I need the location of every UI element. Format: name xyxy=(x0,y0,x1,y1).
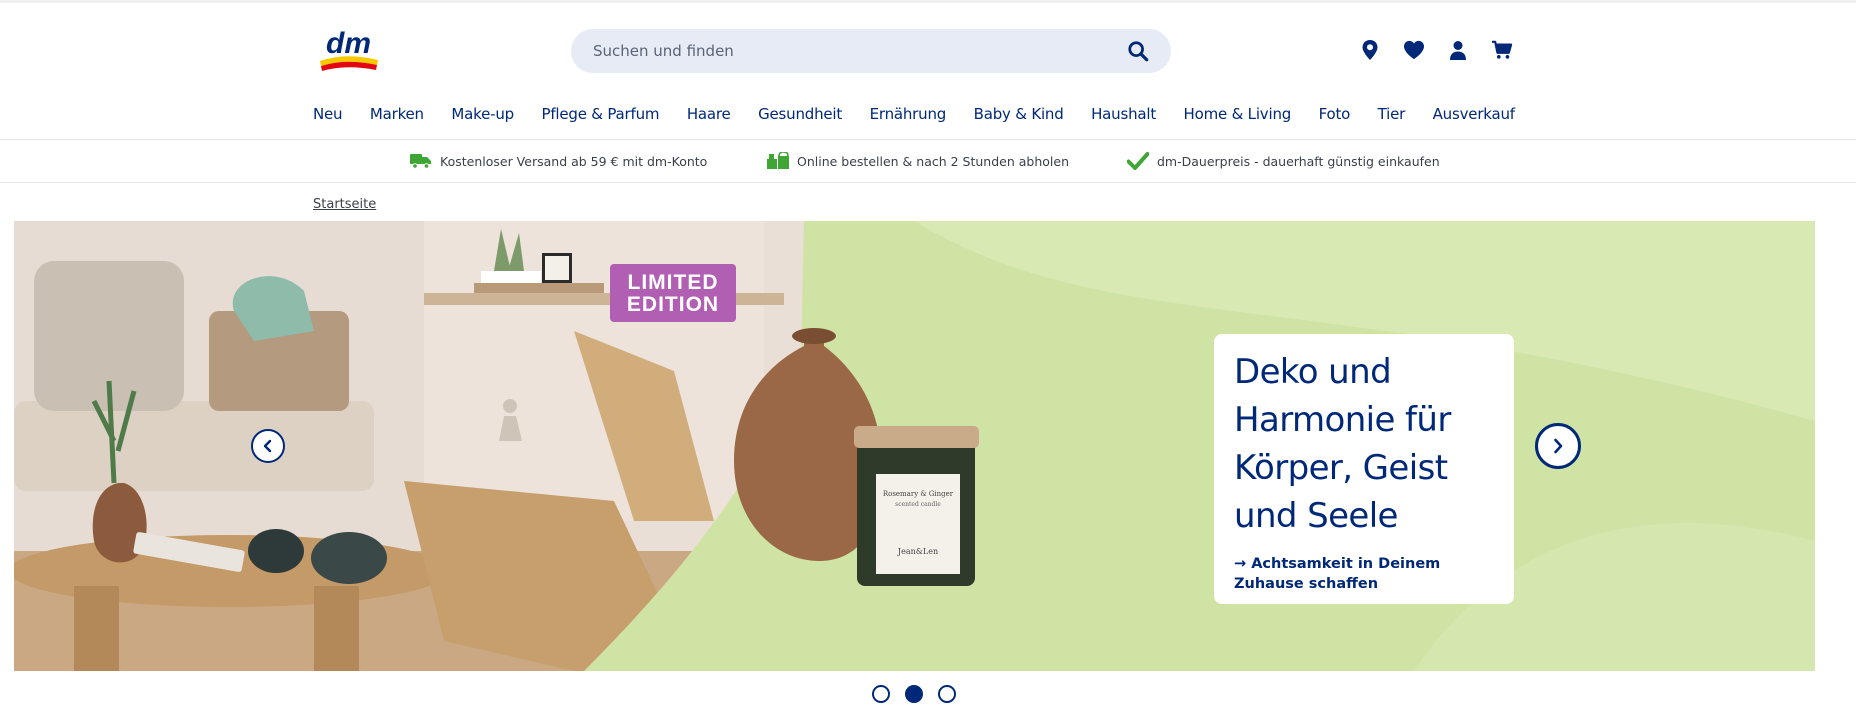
nav-item-make-up[interactable]: Make-up xyxy=(451,105,514,123)
delivery-truck-icon xyxy=(410,151,432,171)
hero-banner[interactable]: Rosemary & Ginger scented candle Jean&Le… xyxy=(14,221,1815,671)
divider xyxy=(0,139,1856,140)
top-border xyxy=(0,0,1856,3)
nav-item-pflege-parfum[interactable]: Pflege & Parfum xyxy=(541,105,659,123)
carousel-prev-button[interactable] xyxy=(251,429,285,463)
usp-item-price: dm-Dauerpreis - dauerhaft günstig einkau… xyxy=(1127,150,1440,172)
cart-icon[interactable] xyxy=(1490,38,1514,62)
carousel-dot-1[interactable] xyxy=(872,685,890,703)
checkmark-icon xyxy=(1127,151,1149,171)
nav-item-marken[interactable]: Marken xyxy=(370,105,424,123)
nav-item-haushalt[interactable]: Haushalt xyxy=(1091,105,1156,123)
candle-label: Rosemary & Ginger xyxy=(883,490,954,498)
nav-item-baby-kind[interactable]: Baby & Kind xyxy=(974,105,1064,123)
nav-item-foto[interactable]: Foto xyxy=(1319,105,1351,123)
hero-text-card: Deko und Harmonie für Körper, Geist und … xyxy=(1214,334,1514,604)
limited-edition-badge-line2: EDITION xyxy=(627,293,719,316)
chevron-left-icon xyxy=(263,439,272,453)
nav-item-haare[interactable]: Haare xyxy=(687,105,731,123)
user-icon[interactable] xyxy=(1446,38,1470,62)
nav-item-ausverkauf[interactable]: Ausverkauf xyxy=(1433,105,1515,123)
usp-text: Kostenloser Versand ab 59 € mit dm-Konto xyxy=(440,153,708,169)
search-bar[interactable] xyxy=(571,29,1171,73)
nav-item-home-living[interactable]: Home & Living xyxy=(1184,105,1292,123)
heart-icon[interactable] xyxy=(1402,38,1426,62)
candle-label-sub: scented candle xyxy=(895,501,941,508)
nav-item-tier[interactable]: Tier xyxy=(1378,105,1406,123)
usp-item-shipping: Kostenloser Versand ab 59 € mit dm-Konto xyxy=(410,150,707,172)
usp-text: dm-Dauerpreis - dauerhaft günstig einkau… xyxy=(1157,153,1440,169)
dm-logo[interactable]: dm xyxy=(316,27,384,72)
hero-cta-link[interactable]: → Achtsamkeit in Deinem Zuhause schaffen xyxy=(1234,554,1494,594)
chevron-right-icon xyxy=(1554,438,1563,454)
carousel-pagination xyxy=(872,685,956,703)
carousel-dot-2[interactable] xyxy=(905,685,923,703)
breadcrumb-home[interactable]: Startseite xyxy=(313,197,376,212)
nav-item-neu[interactable]: Neu xyxy=(313,105,343,123)
divider xyxy=(0,182,1856,183)
candle-brand: Jean&Len xyxy=(897,547,938,556)
usp-text: Online bestellen & nach 2 Stunden abhole… xyxy=(797,153,1070,169)
logo-text: dm xyxy=(326,28,371,60)
store-pickup-icon xyxy=(767,151,789,171)
header-actions xyxy=(1358,38,1514,62)
carousel-next-button[interactable] xyxy=(1535,423,1581,469)
nav-item-ernaehrung[interactable]: Ernährung xyxy=(870,105,947,123)
limited-edition-badge-line1: LIMITED xyxy=(628,271,719,294)
search-icon[interactable] xyxy=(1125,38,1151,64)
nav-item-gesundheit[interactable]: Gesundheit xyxy=(758,105,842,123)
carousel-dot-3[interactable] xyxy=(938,685,956,703)
search-input[interactable] xyxy=(591,41,1125,61)
hero-headline: Deko und Harmonie für Körper, Geist und … xyxy=(1234,352,1451,536)
usp-item-pickup: Online bestellen & nach 2 Stunden abhole… xyxy=(767,150,1069,172)
main-navigation: Neu Marken Make-up Pflege & Parfum Haare… xyxy=(313,100,1515,128)
location-pin-icon[interactable] xyxy=(1358,38,1382,62)
